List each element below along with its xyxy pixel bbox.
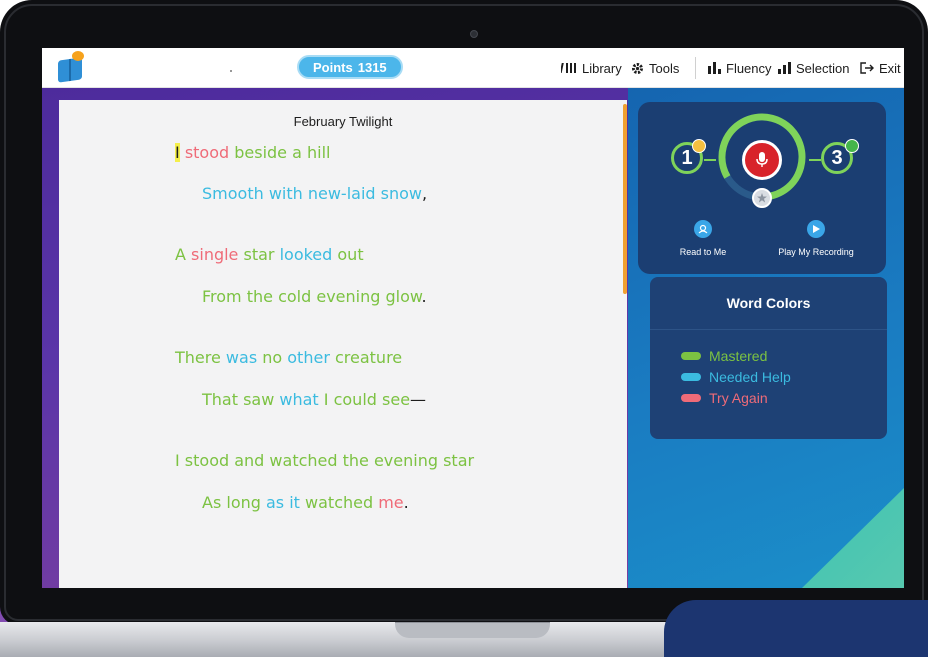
passage-title: February Twilight [293,114,393,129]
recorder-panel: 1 3 Read to Me Play My Recording [638,102,886,274]
poem-word[interactable]: As long [202,493,266,512]
legend-item-try-again: Try Again [681,390,768,406]
poem-word[interactable]: what [279,390,318,409]
points-label: Points [313,59,353,75]
bar-chart-icon [778,62,791,74]
poem-line: That saw what I could see— [202,390,426,409]
poem-word[interactable]: Smooth with new-laid [202,184,381,203]
poem-word[interactable]: snow [381,184,422,203]
webcam [470,30,478,38]
app-screen: Points 1315 Library Tools Fluency Select… [42,48,904,588]
library-icon [561,63,576,73]
poem-line: A single star looked out [175,245,364,264]
poem-word[interactable]: as it [266,493,300,512]
nav-label: Library [582,60,622,76]
read-aloud-icon [694,220,712,238]
poem-word[interactable]: watched [300,493,378,512]
legend-label: Mastered [709,348,768,364]
legend-item-needed-help: Needed Help [681,369,791,385]
poem-word[interactable]: beside a hill [229,143,330,162]
poem-word[interactable]: — [410,390,426,409]
poem-word[interactable]: A [175,245,191,264]
record-button[interactable] [742,140,782,180]
nav-label: Fluency [726,60,772,76]
poem-word[interactable]: single [191,245,238,264]
legend-swatch [681,352,701,360]
divider [695,57,696,79]
background-decoration [664,600,928,657]
poem-word[interactable]: me [378,493,403,512]
legend-item-mastered: Mastered [681,348,767,364]
legend-swatch [681,373,701,381]
bar-chart-icon [708,62,721,74]
poem-word[interactable]: From the cold evening glow [202,287,421,306]
top-bar: Points 1315 Library Tools Fluency Select… [42,48,904,88]
star-icon [692,139,706,153]
gear-icon [632,62,643,74]
poem-word[interactable]: I [175,143,180,162]
poem-word[interactable]: , [422,184,427,203]
poem-line: There was no other creature [175,348,402,367]
library-button[interactable]: Library [561,48,622,88]
app-logo-icon[interactable] [58,51,86,83]
check-icon [845,139,859,153]
poem-word[interactable]: . [404,493,409,512]
poem-line: I stood beside a hill [175,143,330,162]
points-value: 1315 [357,59,387,75]
poem-word[interactable]: star [238,245,279,264]
play-icon [807,220,825,238]
laptop-notch [395,622,550,638]
word-colors-panel: Word Colors Mastered Needed Help Try Aga… [650,277,887,439]
legend-label: Needed Help [709,369,791,385]
star-knob-icon[interactable] [752,188,772,208]
poem-word[interactable]: That saw [202,390,279,409]
points-badge: Points 1315 [297,55,403,79]
poem-word[interactable]: looked [280,245,333,264]
nav-label: Selection [796,60,850,76]
scrollbar-thumb[interactable] [623,104,627,294]
poem-word[interactable]: out [332,245,363,264]
reading-passage: February Twilight I stood beside a hill … [59,100,627,588]
poem-word[interactable]: stood [185,143,229,162]
tools-button[interactable]: Tools [631,48,679,88]
poem-line: As long as it watched me. [202,493,409,512]
poem-word[interactable]: was [226,348,257,367]
nav-label: Exit [879,60,901,76]
poem-word[interactable]: There [175,348,226,367]
poem-word[interactable]: creature [330,348,402,367]
play-recording-button[interactable]: Play My Recording [766,220,866,257]
poem-word[interactable]: other [287,348,330,367]
divider [650,329,887,330]
poem-line: Smooth with new-laid snow, [202,184,427,203]
action-label: Play My Recording [778,247,854,257]
poem-word[interactable]: . [421,287,426,306]
legend-label: Try Again [709,390,768,406]
exit-button[interactable]: Exit [860,48,901,88]
nav-label: Tools [649,60,680,76]
poem-word[interactable]: I could see [319,390,410,409]
action-label: Read to Me [679,247,727,257]
poem-line: From the cold evening glow. [202,287,427,306]
exit-icon [860,62,874,74]
poem-line: I stood and watched the evening star [175,451,474,470]
selection-button[interactable]: Selection [778,48,849,88]
microphone-icon [756,152,768,167]
read-to-me-button[interactable]: Read to Me [653,220,753,257]
poem-word[interactable]: I stood and watched the evening star [175,451,474,470]
fluency-button[interactable]: Fluency [708,48,772,88]
panel-title: Word Colors [726,295,811,311]
legend-swatch [681,394,701,402]
left-count: 1 [681,146,693,169]
poem-word[interactable]: no [257,348,287,367]
right-count: 3 [831,146,843,169]
